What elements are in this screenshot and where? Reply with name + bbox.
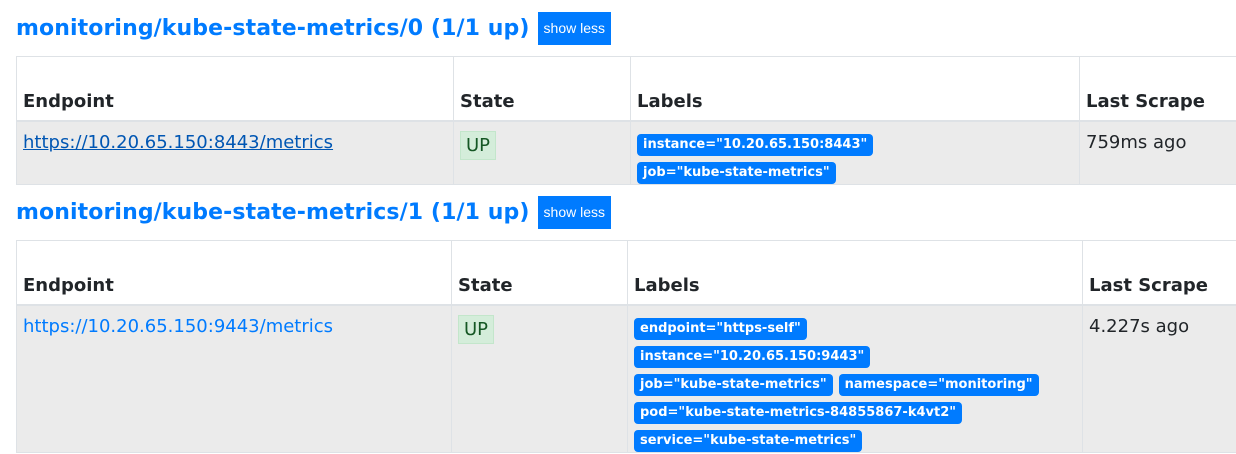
label-badges: endpoint="https-self" instance="10.20.65…	[634, 317, 1044, 452]
show-less-button[interactable]: show less	[537, 11, 612, 45]
targets-table: Endpoint State Labels Last Scrape https:…	[16, 56, 1236, 185]
column-header-labels: Labels	[630, 56, 1080, 122]
labels-cell: endpoint="https-self" instance="10.20.65…	[627, 304, 1083, 453]
show-less-button[interactable]: show less	[537, 195, 612, 229]
group-title[interactable]: monitoring/kube-state-metrics/1 (1/1 up)	[16, 200, 530, 225]
table-header-row: Endpoint State Labels Last Scrape	[16, 56, 1236, 122]
label-badge: pod="kube-state-metrics-84855867-k4vt2"	[634, 401, 963, 424]
endpoint-link[interactable]: https://10.20.65.150:8443/metrics	[23, 132, 333, 153]
column-header-endpoint: Endpoint	[16, 240, 452, 306]
table-row: https://10.20.65.150:9443/metrics UP end…	[16, 304, 1236, 453]
target-group-1: monitoring/kube-state-metrics/1 (1/1 up)…	[16, 192, 1236, 453]
endpoint-cell: https://10.20.65.150:9443/metrics	[16, 304, 452, 453]
column-header-endpoint: Endpoint	[16, 56, 454, 122]
column-header-state: State	[453, 56, 631, 122]
label-badge: instance="10.20.65.150:8443"	[637, 133, 874, 156]
label-badge: endpoint="https-self"	[634, 317, 807, 340]
column-header-last-scrape: Last Scrape	[1082, 240, 1236, 306]
last-scrape-cell: 4.227s ago	[1082, 304, 1236, 453]
table-header-row: Endpoint State Labels Last Scrape	[16, 240, 1236, 306]
state-badge: UP	[458, 314, 495, 344]
target-group-0: monitoring/kube-state-metrics/0 (1/1 up)…	[16, 8, 1236, 185]
column-header-labels: Labels	[627, 240, 1083, 306]
group-header: monitoring/kube-state-metrics/0 (1/1 up)…	[16, 8, 1236, 48]
column-header-last-scrape: Last Scrape	[1079, 56, 1236, 122]
label-badge: service="kube-state-metrics"	[634, 429, 863, 452]
table-row: https://10.20.65.150:8443/metrics UP ins…	[16, 120, 1236, 185]
column-header-state: State	[451, 240, 628, 306]
label-badge: job="kube-state-metrics"	[634, 373, 833, 396]
label-badge: job="kube-state-metrics"	[637, 161, 836, 184]
endpoint-link[interactable]: https://10.20.65.150:9443/metrics	[23, 316, 333, 337]
state-cell: UP	[453, 120, 631, 185]
state-badge: UP	[460, 130, 497, 160]
labels-cell: instance="10.20.65.150:8443" job="kube-s…	[630, 120, 1080, 185]
targets-table: Endpoint State Labels Last Scrape https:…	[16, 240, 1236, 453]
group-title[interactable]: monitoring/kube-state-metrics/0 (1/1 up)	[16, 16, 530, 41]
label-badge: instance="10.20.65.150:9443"	[634, 345, 871, 368]
group-header: monitoring/kube-state-metrics/1 (1/1 up)…	[16, 192, 1236, 232]
label-badges: instance="10.20.65.150:8443" job="kube-s…	[637, 133, 1047, 184]
label-badge: namespace="monitoring"	[838, 373, 1039, 396]
endpoint-cell: https://10.20.65.150:8443/metrics	[16, 120, 454, 185]
state-cell: UP	[451, 304, 628, 453]
last-scrape-cell: 759ms ago	[1079, 120, 1236, 185]
